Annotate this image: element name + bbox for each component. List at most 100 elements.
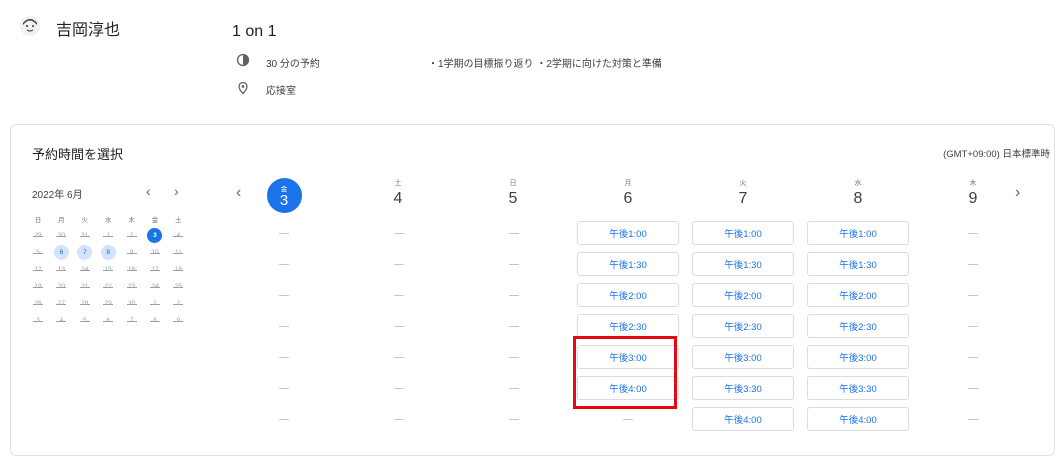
day-header-sun: 日 5 [463, 178, 563, 208]
time-slot[interactable]: 午後2:00 [577, 283, 679, 307]
selected-day[interactable]: 3 [147, 228, 163, 243]
no-availability-dash [509, 419, 519, 420]
location-pin-icon [238, 81, 248, 95]
no-availability-dash [279, 233, 289, 234]
mini-calendar-week: 29 30 31 1 2 3 4 [28, 227, 192, 244]
mini-calendar-day: 13 [51, 261, 71, 278]
booking-heading: 予約時間を選択 [32, 147, 124, 162]
time-slot[interactable]: 午後1:00 [807, 221, 909, 245]
mini-calendar-day[interactable]: 7 [75, 244, 95, 261]
no-availability-dash [509, 326, 519, 327]
weekday-label: 火 [81, 216, 89, 224]
mini-calendar-next-button[interactable]: › [174, 183, 179, 199]
mini-calendar-day: 31 [75, 227, 95, 244]
day-header-tue: 火 7 [693, 178, 793, 208]
day-header-thu: 木 9 [923, 178, 1023, 208]
mini-calendar-day: 30 [51, 227, 71, 244]
mini-calendar-day: 27 [51, 295, 71, 312]
mini-calendar-day: 5 [28, 244, 48, 261]
no-availability-dash [394, 326, 404, 327]
mini-calendar-day: 7 [122, 312, 142, 329]
day-number: 5 [508, 190, 518, 207]
time-slot[interactable]: 午後2:00 [807, 283, 909, 307]
no-availability-dash [509, 357, 519, 358]
mini-calendar-day[interactable]: 6 [51, 244, 71, 261]
event-title: 1 on 1 [232, 23, 277, 40]
weekday-label: 土 [175, 216, 182, 224]
mini-calendar-day: 17 [145, 261, 165, 278]
day-header-fri[interactable]: 金 3 [234, 178, 334, 213]
time-slot[interactable]: 午後1:30 [692, 252, 794, 276]
time-slot[interactable]: 午後2:30 [807, 314, 909, 338]
time-slot[interactable]: 午後1:00 [692, 221, 794, 245]
mini-calendar-day: 23 [122, 278, 142, 295]
duration-icon [236, 53, 250, 67]
available-day[interactable]: 6 [53, 245, 69, 260]
mini-calendar-week: 3456789 [28, 312, 192, 329]
time-slot[interactable]: 午後2:30 [692, 314, 794, 338]
time-slot[interactable]: 午後3:00 [577, 345, 679, 369]
time-slot[interactable]: 午後1:30 [807, 252, 909, 276]
owner-name: 吉岡淳也 [56, 22, 121, 39]
mini-calendar-day: 14 [75, 261, 95, 278]
no-availability-dash [279, 264, 289, 265]
no-availability-dash [394, 295, 404, 296]
mini-calendar-day: 4 [51, 312, 71, 329]
no-availability-dash [968, 388, 978, 389]
mini-calendar-day: 26 [28, 295, 48, 312]
mini-calendar-day: 30 [122, 295, 142, 312]
weekday-label: 水 [104, 216, 112, 224]
mini-calendar-day: 16 [122, 261, 142, 278]
avatar [20, 16, 40, 36]
available-day[interactable]: 7 [77, 245, 93, 260]
time-slot[interactable]: 午後2:30 [577, 314, 679, 338]
no-availability-dash [509, 388, 519, 389]
day-header-mon: 月 6 [578, 178, 678, 208]
mini-calendar-day: 24 [145, 278, 165, 295]
time-slot[interactable]: 午後4:00 [807, 407, 909, 431]
mini-calendar-day[interactable]: 3 [145, 227, 165, 244]
mini-calendar-day: 1 [145, 295, 165, 312]
time-slot[interactable]: 午後4:00 [577, 376, 679, 400]
event-description: ・1学期の目標振り返り ・2学期に向けた対策と準備 [428, 59, 662, 70]
mini-calendar-prev-button[interactable]: ‹ [146, 183, 151, 199]
day-of-week: 火 [739, 180, 747, 187]
weekday-label: 金 [151, 216, 159, 224]
mini-calendar-day: 8 [145, 312, 165, 329]
time-slot[interactable]: 午後1:30 [577, 252, 679, 276]
no-availability-dash [279, 419, 289, 420]
day-of-week: 土 [394, 180, 402, 187]
mini-calendar-day: 19 [28, 278, 48, 295]
time-slot[interactable]: 午後3:00 [692, 345, 794, 369]
today-indicator[interactable]: 金 3 [266, 178, 302, 213]
mini-calendar-day: 9 [122, 244, 142, 261]
mini-calendar-day: 22 [98, 278, 118, 295]
mini-calendar-week: 26 27 28 29 30 1 2 [28, 295, 192, 312]
no-availability-dash [623, 419, 633, 420]
no-availability-dash [509, 264, 519, 265]
mini-calendar-day: 2 [122, 227, 142, 244]
day-header-sat: 土 4 [348, 178, 448, 208]
time-slot[interactable]: 午後3:30 [692, 376, 794, 400]
time-slot[interactable]: 午後3:30 [807, 376, 909, 400]
time-slot[interactable]: 午後1:00 [577, 221, 679, 245]
mini-calendar-day: 15 [98, 261, 118, 278]
no-availability-dash [394, 388, 404, 389]
mini-calendar-day[interactable]: 8 [98, 244, 118, 261]
no-availability-dash [968, 326, 978, 327]
available-day[interactable]: 8 [100, 245, 116, 260]
day-number: 7 [738, 190, 748, 207]
no-availability-dash [968, 295, 978, 296]
no-availability-dash [968, 419, 978, 420]
time-slot[interactable]: 午後2:00 [692, 283, 794, 307]
time-slot[interactable]: 午後3:00 [807, 345, 909, 369]
mini-calendar-day: 20 [51, 278, 71, 295]
mini-calendar-day: 21 [75, 278, 95, 295]
no-availability-dash [509, 233, 519, 234]
timezone-selector[interactable]: (GMT+09:00) 日本標準時 [943, 146, 1050, 160]
mini-calendar-weekdays: 日 月 火 水 木 金 土 [28, 210, 192, 227]
time-slot[interactable]: 午後4:00 [692, 407, 794, 431]
no-availability-dash [279, 357, 289, 358]
mini-calendar-day: 11 [168, 244, 188, 261]
mini-calendar-day: 3 [28, 312, 48, 329]
